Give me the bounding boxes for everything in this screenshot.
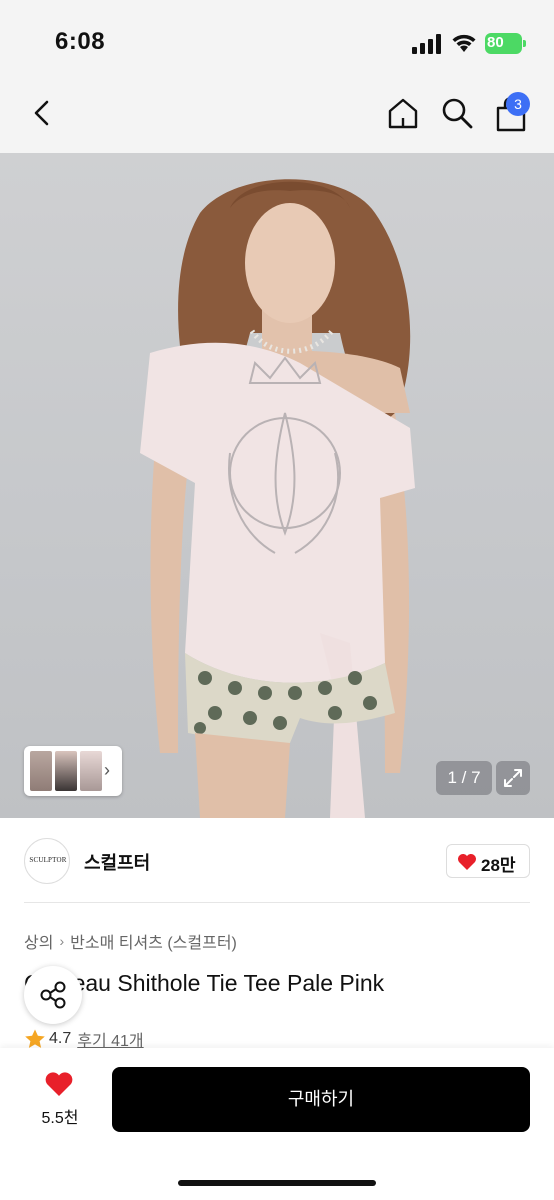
brand-like-count: 28만 (481, 856, 516, 875)
back-chevron-icon[interactable] (28, 98, 58, 128)
expand-icon (504, 769, 522, 787)
top-navigation-bar (0, 88, 554, 153)
buy-button[interactable]: 구매하기 (112, 1067, 530, 1132)
section-divider (24, 902, 530, 903)
share-button[interactable] (24, 966, 82, 1024)
cart-count-badge: 3 (506, 92, 530, 116)
heart-icon (45, 1072, 73, 1096)
breadcrumb-subcategory[interactable]: 반소매 티셔츠 (스컬프터) (70, 929, 237, 953)
thumbnail-image[interactable] (80, 751, 102, 791)
status-bar: 6:08 80 (0, 0, 554, 88)
battery-level: 80 (487, 34, 504, 51)
cellular-signal-icon (412, 34, 441, 54)
breadcrumb-separator-icon: › (59, 933, 65, 949)
status-time: 6:08 (55, 28, 106, 55)
image-thumbnail-strip[interactable]: › (24, 746, 122, 796)
thumbnail-next-chevron[interactable]: › (104, 760, 110, 781)
thumbnail-image[interactable] (30, 751, 52, 791)
brand-logo-text: SCULPTOR (29, 856, 67, 864)
brand-logo[interactable]: SCULPTOR (24, 838, 70, 884)
home-icon[interactable] (386, 96, 420, 130)
breadcrumb: 상의 › 반소매 티셔츠 (스컬프터) (24, 929, 237, 953)
wishlist-count: 5.5천 (41, 1110, 79, 1127)
image-page-indicator: 1 / 7 (436, 761, 492, 795)
model-photo (140, 179, 415, 818)
home-indicator (178, 1180, 376, 1186)
brand-name[interactable]: 스컬프터 (84, 849, 150, 875)
star-icon (25, 1029, 45, 1048)
rating-row: 4.7 후기 41개 (24, 1027, 144, 1050)
product-image[interactable] (0, 153, 554, 818)
heart-icon (458, 854, 476, 870)
brand-like-button[interactable]: 28만 (446, 844, 530, 878)
battery-indicator: 80 (485, 33, 527, 54)
wifi-icon (452, 34, 476, 52)
breadcrumb-category[interactable]: 상의 (24, 929, 53, 953)
thumbnail-image[interactable] (55, 751, 77, 791)
wishlist-button[interactable]: 5.5천 (24, 1066, 96, 1130)
share-icon (40, 981, 66, 1009)
expand-image-button[interactable] (496, 761, 530, 795)
search-icon[interactable] (440, 96, 474, 130)
rating-value: 4.7 (49, 1030, 72, 1047)
